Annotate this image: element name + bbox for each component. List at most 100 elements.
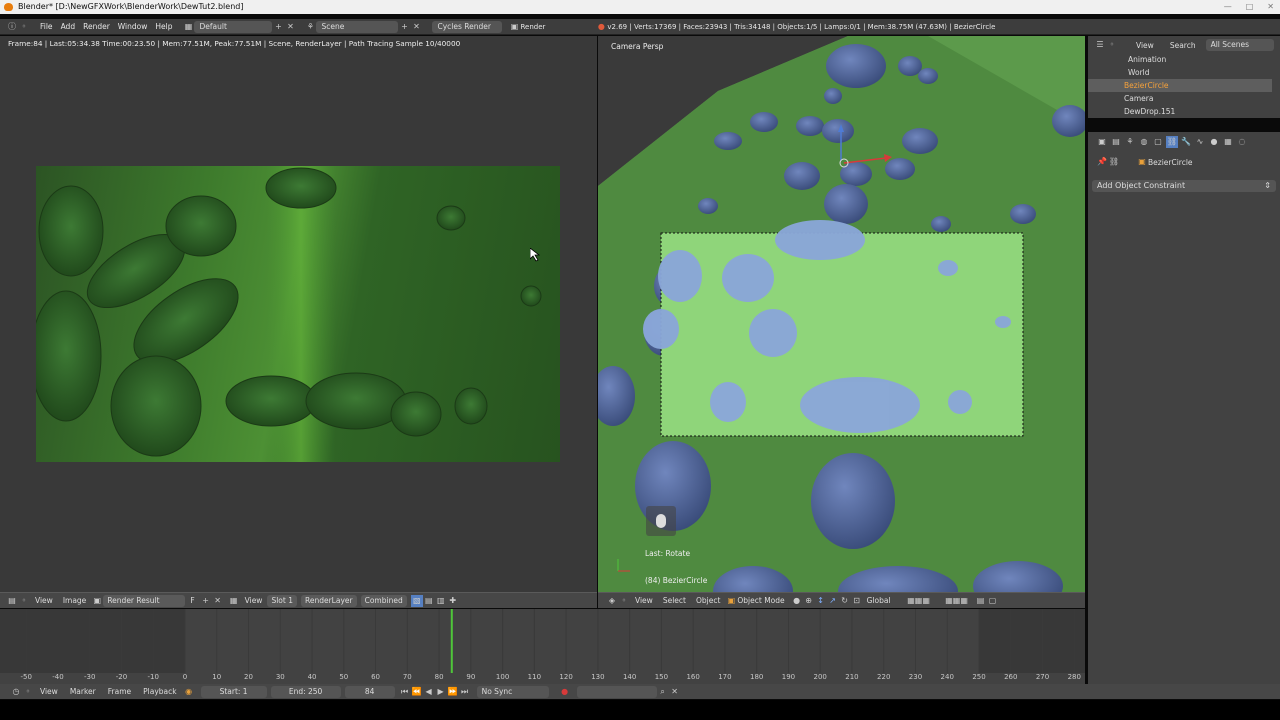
jump-end-icon[interactable]: ⏭ [459,686,471,698]
image-editor[interactable]: Frame:84 | Last:05:34.38 Time:00:23.50 |… [0,36,597,592]
slot-select[interactable]: Slot 1 [267,594,297,607]
add-layout-icon[interactable]: + [272,21,284,33]
menu-view[interactable]: View [635,596,653,605]
menu-image[interactable]: Image [63,596,87,605]
outliner-item[interactable]: World [1088,66,1272,79]
add-scene-icon[interactable]: + [398,21,410,33]
display-mode-select[interactable]: All Scenes [1205,39,1274,51]
object-tab-icon[interactable]: ▢ [1152,136,1164,148]
render-icon[interactable]: ▣ [508,21,520,33]
editor-type-icon[interactable]: ◷ [10,686,22,698]
end-frame-field[interactable]: End: 250 [270,685,341,698]
insert-keyframe-icon[interactable]: ⌕ [657,686,669,698]
play-icon[interactable]: ▶ [435,686,447,698]
data-tab-icon[interactable]: ∿ [1194,136,1206,148]
layers-2-icon[interactable]: ▦▦▦ [939,595,975,607]
editor-type-icon[interactable]: ◈ [606,595,618,607]
z-buffer-icon[interactable]: ▥ [435,595,447,607]
outliner-item[interactable]: Camera [1088,92,1272,105]
outliner-item[interactable]: DewDrop.151 [1088,105,1272,118]
collapse-menu-icon[interactable]: ◦ [22,686,34,698]
editor-type-icon[interactable]: ☰ [1094,39,1106,51]
rotate-icon[interactable]: ↻ [839,595,851,607]
menu-window[interactable]: Window [118,22,148,31]
menu-view[interactable]: View [1136,41,1154,50]
menu-select[interactable]: Select [663,596,686,605]
translate-icon[interactable]: ↗ [827,595,839,607]
menu-help[interactable]: Help [155,22,172,31]
prev-keyframe-icon[interactable]: ⏪ [411,686,423,698]
jump-start-icon[interactable]: ⏮ [399,686,411,698]
current-frame-field[interactable]: 84 [344,685,395,698]
outliner-item[interactable]: BezierCircle [1088,79,1272,92]
physics-tab-icon[interactable]: ◌ [1236,136,1248,148]
mode-select[interactable]: Object Mode [737,596,784,605]
pivot-icon[interactable]: ⊕ [803,595,815,607]
menu-marker[interactable]: Marker [70,687,96,696]
menu-frame[interactable]: Frame [108,687,131,696]
sync-select[interactable]: No Sync [476,685,549,698]
preview-range-icon[interactable]: ◉ [183,686,195,698]
render-tab-icon[interactable]: ▣ [1096,136,1108,148]
layout-icon[interactable]: ▦ [182,21,194,33]
scene-tab-icon[interactable]: ⚘ [1124,136,1136,148]
image-name-field[interactable]: Render Result [103,594,186,607]
timeline[interactable]: -50 -40 -30 -20 -10 0 10 20 30 40 50 60 70 80 90 100 110… [0,609,1085,684]
play-reverse-icon[interactable]: ◀ [423,686,435,698]
close-button[interactable]: ✕ [1267,0,1274,14]
collapse-menu-icon[interactable]: ◦ [1106,39,1118,51]
render-engine-select[interactable]: Cycles Render [432,20,503,33]
next-keyframe-icon[interactable]: ⏩ [447,686,459,698]
layers-icon[interactable]: ▦▦▦ [899,595,939,607]
material-tab-icon[interactable]: ● [1208,136,1220,148]
outliner-item[interactable]: Animation [1088,53,1272,66]
outliner[interactable]: ☰ ◦ View Search All Scenes Animation Wor… [1088,36,1280,118]
scale-icon[interactable]: ⊡ [851,595,863,607]
collapse-menu-icon[interactable]: ◦ [18,595,30,607]
maximize-button[interactable]: □ [1246,0,1254,14]
delete-keyframe-icon[interactable]: ✕ [669,686,681,698]
mode-icon[interactable]: ▣ [725,595,737,607]
layout-select[interactable]: Default [194,20,273,33]
editor-type-icon[interactable]: ⓘ [6,21,18,33]
menu-search[interactable]: Search [1170,41,1196,50]
cancel-render-icon[interactable]: ● [595,21,607,33]
orientation-select[interactable]: Global [867,596,891,605]
record-icon[interactable]: ● [559,686,571,698]
remove-scene-icon[interactable]: ✕ [410,21,422,33]
properties-editor[interactable]: ▣ ▤ ⚘ ◍ ▢ ⛓ 🔧 ∿ ● ▦ ◌ 📌 ⛓ ▣ BezierCircle… [1088,132,1280,684]
menu-add[interactable]: Add [61,22,76,31]
menu-file[interactable]: File [40,22,53,31]
scene-icon[interactable]: ⚘ [304,21,316,33]
fake-user-button[interactable]: F [190,596,194,605]
new-image-icon[interactable]: + [200,595,212,607]
remove-layout-icon[interactable]: ✕ [284,21,296,33]
render-pass-select[interactable]: Combined [360,594,407,607]
manipulator-icon[interactable]: ↕ [815,595,827,607]
view-mode-icon[interactable]: ▦ [228,595,240,607]
view-select[interactable]: View [245,596,263,605]
menu-object[interactable]: Object [696,596,720,605]
keying-set-field[interactable] [576,685,657,698]
shading-icon[interactable]: ● [791,595,803,607]
menu-playback[interactable]: Playback [143,687,176,696]
menu-render[interactable]: Render [83,22,110,31]
constraints-tab-icon[interactable]: ⛓ [1166,136,1178,148]
image-browse-icon[interactable]: ▣ [91,595,103,607]
menu-view[interactable]: View [35,596,53,605]
minimize-button[interactable]: — [1224,0,1232,14]
menu-view[interactable]: View [40,687,58,696]
scene-select[interactable]: Scene [316,20,399,33]
render-layer-lock-icon[interactable]: ▤ [975,595,987,607]
start-frame-field[interactable]: Start: 1 [200,685,267,698]
collapse-menu-icon[interactable]: ◦ [618,595,630,607]
editor-type-icon[interactable]: ▤ [6,595,18,607]
modifiers-tab-icon[interactable]: 🔧 [1180,136,1192,148]
render-layers-tab-icon[interactable]: ▤ [1110,136,1122,148]
render-layer-select[interactable]: RenderLayer [300,594,357,607]
3d-viewport[interactable]: Camera Persp Last: Rotate (84) BezierCir… [598,36,1085,592]
alpha-channel-icon[interactable]: ▤ [423,595,435,607]
pin-icon[interactable]: ✚ [447,595,459,607]
unlink-image-icon[interactable]: ✕ [212,595,224,607]
texture-tab-icon[interactable]: ▦ [1222,136,1234,148]
